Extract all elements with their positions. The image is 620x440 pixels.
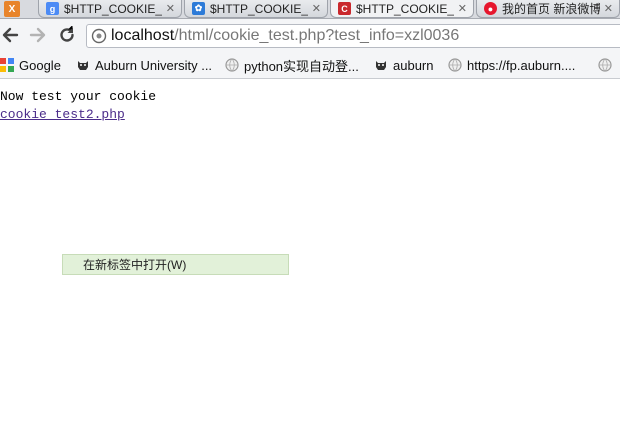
bookmark-auburn-university[interactable]: Auburn University ... [76,56,212,74]
page-info-icon[interactable] [91,28,107,44]
tab-close-icon[interactable]: ✕ [604,2,613,15]
url-host: localhost [111,27,175,44]
baidu-paw-icon: ✿ [192,2,205,15]
auburn-tiger-icon [78,61,88,70]
tab-cookie-php[interactable]: C $HTTP_COOKIE_ ✕ [330,0,474,18]
toolbar: localhost/html/cookie_test.php?test_info… [0,19,620,52]
tab-title: $HTTP_COOKIE_ [356,1,454,16]
forward-button[interactable] [28,25,48,45]
globe-icon [448,58,462,72]
app-menu-icon[interactable]: X [4,1,20,17]
page-heading: Now test your cookie [0,89,157,104]
bookmark-more[interactable] [598,56,617,74]
bookmark-python-login[interactable]: python实现自动登... [225,56,359,74]
context-menu-open-in-new-tab[interactable]: 在新标签中打开(W) [62,254,289,275]
php-c-icon: C [338,2,351,15]
tab-strip: X g $HTTP_COOKIE_ ✕ ✿ $HTTP_COOKIE_ ✕ C … [0,0,620,19]
bookmark-auburn[interactable]: auburn [374,56,433,74]
bookmark-fp-auburn[interactable]: https://fp.auburn.... [448,56,575,74]
url-path: /html/cookie_test.php?test_info=xzl0036 [174,27,460,44]
reload-icon [60,26,74,42]
tab-close-icon[interactable]: ✕ [166,2,175,15]
bookmark-google[interactable]: Google [0,56,61,74]
tab-cookie-google[interactable]: g $HTTP_COOKIE_ ✕ [38,0,182,18]
address-bar[interactable]: localhost/html/cookie_test.php?test_info… [86,24,620,48]
bookmark-label: Google [19,57,61,73]
reload-button[interactable] [57,25,77,45]
weibo-icon: ● [484,2,497,15]
tab-close-icon[interactable]: ✕ [458,2,467,15]
back-button[interactable] [0,25,20,45]
bookmark-label: auburn [393,57,434,73]
globe-icon [225,58,239,72]
bookmark-label: Auburn University ... [95,57,213,73]
context-menu-item-label: 在新标签中打开(W) [83,258,187,272]
globe-icon [598,58,612,72]
url-text: localhost/html/cookie_test.php?test_info… [111,27,459,45]
bookmarks-bar: Google Auburn University ... python实现自动登… [0,52,620,79]
bookmark-label: https://fp.auburn.... [467,57,576,73]
bookmark-label: python实现自动登... [244,58,359,74]
tab-weibo[interactable]: ● 我的首页 新浪微博 ✕ [476,0,620,18]
tab-title: $HTTP_COOKIE_ [210,1,308,16]
page-content: Now test your cookie cookie_test2.php 在新… [0,79,620,440]
tab-cookie-baidu[interactable]: ✿ $HTTP_COOKIE_ ✕ [184,0,328,18]
back-arrow-icon [2,27,19,43]
google-favicon-icon: g [46,2,59,15]
tab-close-icon[interactable]: ✕ [312,2,321,15]
forward-arrow-icon [29,27,46,43]
auburn-tiger-icon [376,61,386,70]
tab-title: 我的首页 新浪微博 [502,2,600,16]
tab-title: $HTTP_COOKIE_ [64,1,162,16]
apps-grid-icon [0,58,14,72]
cookie-test2-link[interactable]: cookie_test2.php [0,107,125,122]
